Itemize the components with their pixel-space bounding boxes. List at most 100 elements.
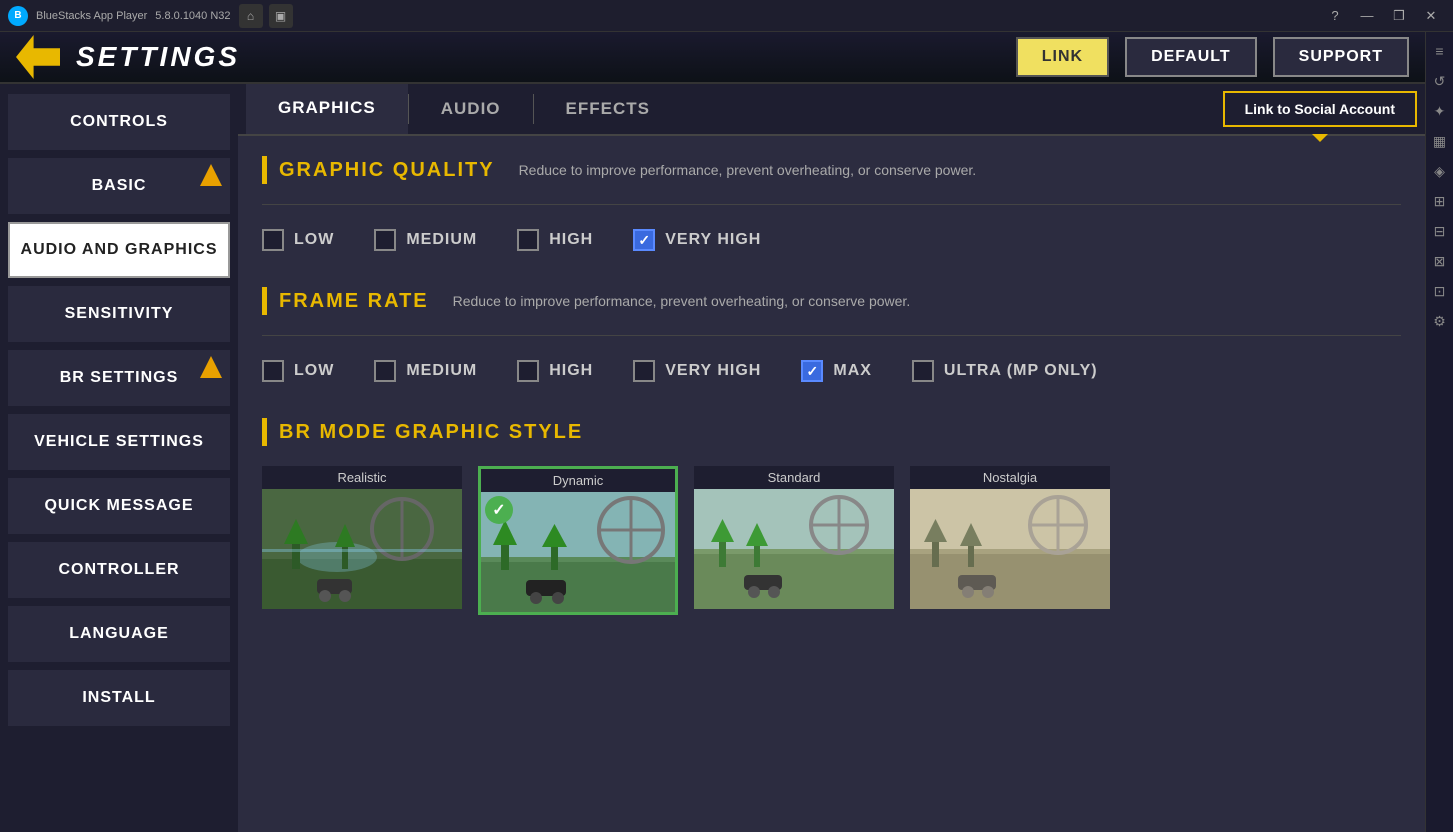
frame-rate-title: FRAME RATE <box>279 290 429 313</box>
sidebar-icon-0[interactable]: ≡ <box>1429 40 1451 62</box>
social-link-arrow-icon <box>1312 134 1328 142</box>
sidebar-item-vehicle-settings[interactable]: VEHICLE SETTINGS <box>8 414 230 470</box>
restore-button[interactable]: ❒ <box>1385 4 1413 28</box>
sidebar-item-controls[interactable]: CONTROLS <box>8 94 230 150</box>
back-arrow-icon[interactable] <box>16 35 60 79</box>
tabs-button[interactable]: ▣ <box>269 4 293 28</box>
graphic-quality-desc: Reduce to improve performance, prevent o… <box>519 162 977 178</box>
br-mode-section: BR MODE GRAPHIC STYLE Realistic <box>262 418 1401 615</box>
app-area: SETTINGS LINK DEFAULT SUPPORT CONTROLS B… <box>0 32 1425 832</box>
fr-max-checkbox[interactable]: ✓ <box>801 360 823 382</box>
main-panel: GRAPHICS AUDIO EFFECTS Link to Social Ac… <box>238 84 1425 832</box>
tab-graphics-label: GRAPHICS <box>278 98 376 118</box>
style-card-dynamic-label: Dynamic <box>481 469 675 492</box>
gq-very-high-checkbox[interactable]: ✓ <box>633 229 655 251</box>
content-area: CONTROLS BASIC AUDIO AND GRAPHICS SENSIT… <box>0 84 1425 832</box>
graphic-quality-options: LOW MEDIUM HIGH <box>262 221 1401 259</box>
sidebar-icon-4[interactable]: ◈ <box>1429 160 1451 182</box>
style-card-standard[interactable]: Standard <box>694 466 894 615</box>
help-button[interactable]: ? <box>1321 4 1349 28</box>
left-sidebar: CONTROLS BASIC AUDIO AND GRAPHICS SENSIT… <box>0 84 238 832</box>
app-name: BlueStacks App Player <box>36 10 147 22</box>
tab-audio[interactable]: AUDIO <box>409 84 533 134</box>
sidebar-item-quick-message-label: QUICK MESSAGE <box>44 497 193 515</box>
fr-low-label: LOW <box>294 362 334 380</box>
graphic-quality-divider <box>262 204 1401 205</box>
sidebar-icon-7[interactable]: ⊠ <box>1429 250 1451 272</box>
sidebar-item-audio-graphics[interactable]: AUDIO AND GRAPHICS <box>8 222 230 278</box>
gq-very-high-label: VERY HIGH <box>665 231 761 249</box>
fr-ultra-label: ULTRA (MP Only) <box>944 362 1098 380</box>
gq-low-option[interactable]: LOW <box>262 229 334 251</box>
sidebar-item-controller[interactable]: CONTROLLER <box>8 542 230 598</box>
graphic-quality-section: GRAPHIC QUALITY Reduce to improve perfor… <box>262 156 1401 259</box>
sidebar-item-language[interactable]: LANGUAGE <box>8 606 230 662</box>
bluestacks-logo: B <box>8 6 28 26</box>
br-mode-title: BR MODE GRAPHIC STYLE <box>279 421 583 444</box>
titlebar-nav: ⌂ ▣ <box>239 4 293 28</box>
sidebar-icon-9[interactable]: ⚙ <box>1429 310 1451 332</box>
style-card-nostalgia[interactable]: Nostalgia <box>910 466 1110 615</box>
sidebar-item-br-settings[interactable]: BR SETTINGS <box>8 350 230 406</box>
fr-high-option[interactable]: HIGH <box>517 360 593 382</box>
close-button[interactable]: ✕ <box>1417 4 1445 28</box>
fr-very-high-label: VERY HIGH <box>665 362 761 380</box>
br-mode-header: BR MODE GRAPHIC STYLE <box>262 418 1401 446</box>
gq-low-label: LOW <box>294 231 334 249</box>
graphic-quality-accent <box>262 156 267 184</box>
sidebar-icon-3[interactable]: ▦ <box>1429 130 1451 152</box>
gq-low-checkbox[interactable] <box>262 229 284 251</box>
sidebar-item-vehicle-settings-label: VEHICLE SETTINGS <box>34 433 204 451</box>
fr-medium-option[interactable]: MEDIUM <box>374 360 477 382</box>
fr-very-high-option[interactable]: VERY HIGH <box>633 360 761 382</box>
fr-high-checkbox[interactable] <box>517 360 539 382</box>
page-title: SETTINGS <box>76 41 240 73</box>
gq-very-high-option[interactable]: ✓ VERY HIGH <box>633 229 761 251</box>
fr-ultra-checkbox[interactable] <box>912 360 934 382</box>
fr-very-high-checkbox[interactable] <box>633 360 655 382</box>
sidebar-item-basic[interactable]: BASIC <box>8 158 230 214</box>
frame-rate-desc: Reduce to improve performance, prevent o… <box>453 293 911 309</box>
fr-high-label: HIGH <box>549 362 593 380</box>
sidebar-item-install[interactable]: INSTALL <box>8 670 230 726</box>
tab-audio-label: AUDIO <box>441 99 501 119</box>
sidebar-item-br-settings-label: BR SETTINGS <box>60 369 179 387</box>
graphic-quality-header: GRAPHIC QUALITY Reduce to improve perfor… <box>262 156 1401 184</box>
gq-medium-checkbox[interactable] <box>374 229 396 251</box>
fr-max-checkmark: ✓ <box>806 363 818 380</box>
style-card-dynamic[interactable]: Dynamic ✓ <box>478 466 678 615</box>
sidebar-icon-2[interactable]: ✦ <box>1429 100 1451 122</box>
sidebar-item-sensitivity[interactable]: SENSITIVITY <box>8 286 230 342</box>
fr-max-label: MAX <box>833 362 872 380</box>
fr-low-option[interactable]: LOW <box>262 360 334 382</box>
graphic-quality-title: GRAPHIC QUALITY <box>279 159 495 182</box>
fr-medium-checkbox[interactable] <box>374 360 396 382</box>
social-link-button[interactable]: Link to Social Account <box>1223 91 1417 127</box>
gq-high-checkbox[interactable] <box>517 229 539 251</box>
sidebar-icon-6[interactable]: ⊟ <box>1429 220 1451 242</box>
gq-high-option[interactable]: HIGH <box>517 229 593 251</box>
fr-max-option[interactable]: ✓ MAX <box>801 360 872 382</box>
tab-effects[interactable]: EFFECTS <box>534 84 682 134</box>
sidebar-icon-1[interactable]: ↺ <box>1429 70 1451 92</box>
style-card-standard-label: Standard <box>694 466 894 489</box>
sidebar-icon-5[interactable]: ⊞ <box>1429 190 1451 212</box>
minimize-button[interactable]: — <box>1353 4 1381 28</box>
support-button[interactable]: SUPPORT <box>1273 37 1409 77</box>
default-button[interactable]: DEFAULT <box>1125 37 1257 77</box>
gq-medium-label: MEDIUM <box>406 231 477 249</box>
sidebar-icon-8[interactable]: ⊡ <box>1429 280 1451 302</box>
frame-rate-options: LOW MEDIUM HIGH <box>262 352 1401 390</box>
link-button[interactable]: LINK <box>1016 37 1109 77</box>
tab-graphics[interactable]: GRAPHICS <box>246 84 408 134</box>
fr-ultra-option[interactable]: ULTRA (MP Only) <box>912 360 1098 382</box>
style-card-standard-image <box>694 489 894 609</box>
style-card-realistic[interactable]: Realistic <box>262 466 462 615</box>
titlebar-controls: ? — ❒ ✕ <box>1321 4 1445 28</box>
sidebar-item-quick-message[interactable]: QUICK MESSAGE <box>8 478 230 534</box>
gq-medium-option[interactable]: MEDIUM <box>374 229 477 251</box>
frame-rate-header: FRAME RATE Reduce to improve performance… <box>262 287 1401 315</box>
app-header: SETTINGS LINK DEFAULT SUPPORT <box>0 32 1425 84</box>
home-button[interactable]: ⌂ <box>239 4 263 28</box>
fr-low-checkbox[interactable] <box>262 360 284 382</box>
